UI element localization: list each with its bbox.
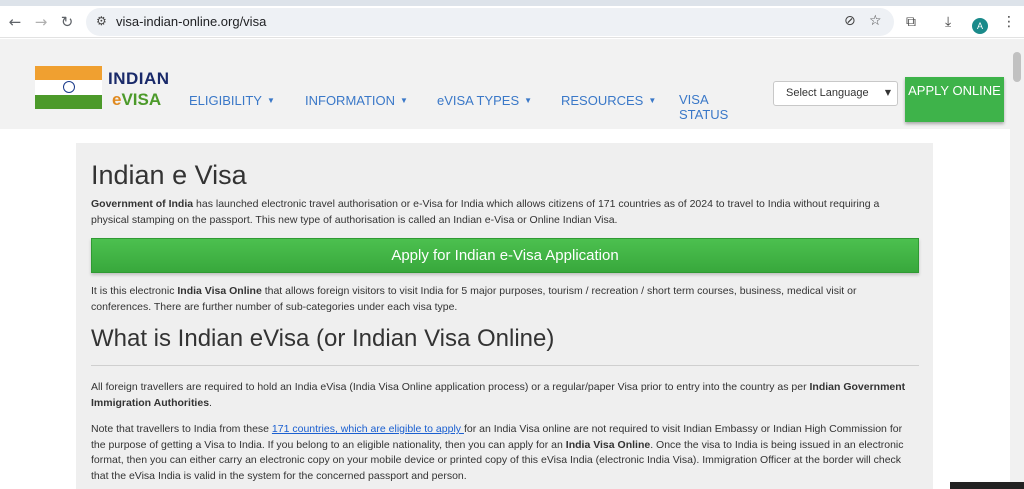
eye-off-icon[interactable]: ⊘ — [844, 13, 856, 29]
chevron-down-icon: ▼ — [884, 88, 891, 97]
nav-resources[interactable]: RESOURCES ▼ — [561, 93, 656, 108]
chat-widget-edge[interactable] — [950, 482, 1024, 489]
back-arrow-icon[interactable]: ← — [6, 13, 24, 31]
language-select-value: Select Language — [786, 87, 869, 99]
divider — [91, 365, 919, 366]
page-title: Indian e Visa — [91, 160, 247, 190]
chakra-icon — [63, 81, 75, 93]
p4-start: Note that travellers to India from these — [91, 423, 272, 435]
p2-bold: India Visa Online — [177, 285, 262, 297]
section-heading: What is Indian eVisa (or Indian Visa Onl… — [91, 325, 555, 352]
scrollbar-track[interactable] — [1010, 39, 1024, 489]
language-select[interactable]: Select Language ▼ — [773, 81, 898, 106]
download-icon[interactable]: ⤓ — [945, 14, 951, 30]
main-content: Indian e Visa Government of India has la… — [76, 143, 933, 489]
nav-information[interactable]: INFORMATION ▼ — [305, 93, 408, 108]
p2-start: It is this electronic — [91, 285, 178, 297]
nav-evisa-types[interactable]: eVISA TYPES ▼ — [437, 93, 532, 108]
caret-down-icon: ▼ — [648, 96, 657, 105]
star-icon[interactable]: ☆ — [869, 13, 882, 29]
more-icon[interactable]: ⋮ — [1002, 14, 1016, 30]
address-bar[interactable]: ⚙ visa-indian-online.org/visa ⊘ ☆ — [86, 8, 894, 36]
caret-down-icon: ▼ — [524, 96, 533, 105]
reload-icon[interactable]: ↻ — [58, 13, 76, 31]
eligible-countries-link[interactable]: 171 countries, which are eligible to app… — [272, 423, 464, 435]
caret-down-icon: ▼ — [266, 96, 275, 105]
avatar[interactable]: A — [972, 18, 988, 34]
caret-down-icon: ▼ — [400, 96, 408, 105]
site-header: INDIAN eVISA ELIGIBILITY ▼ INFORMATION ▼ e… — [0, 39, 1010, 129]
intro-paragraph: Government of India has launched electro… — [91, 197, 913, 228]
url-text[interactable]: visa-indian-online.org/visa — [116, 14, 266, 29]
brand-visa: VISA — [121, 90, 162, 109]
nav-label: INFORMATION — [305, 93, 396, 108]
scrollbar-thumb[interactable] — [1013, 52, 1021, 82]
purpose-paragraph: It is this electronic India Visa Online … — [91, 284, 913, 315]
intro-bold: Government of India — [91, 198, 194, 210]
p4-bold: India Visa Online — [565, 438, 651, 451]
nav-label: RESOURCES — [561, 93, 644, 108]
nav-visa-status[interactable]: VISA STATUS — [679, 92, 739, 122]
intro-text: has launched electronic travel authorisa… — [91, 198, 880, 226]
p3-start: All foreign travellers are required to h… — [91, 381, 810, 393]
site-info-icon[interactable]: ⚙ — [96, 14, 107, 28]
india-flag-logo[interactable] — [35, 66, 102, 109]
nav-eligibility[interactable]: ELIGIBILITY ▼ — [189, 93, 275, 108]
note-paragraph: Note that travellers to India from these… — [91, 422, 913, 484]
brand-name-line1[interactable]: INDIAN — [108, 69, 170, 89]
nav-label: eVISA TYPES — [437, 93, 520, 108]
brand-name-line2[interactable]: eVISA — [112, 90, 161, 110]
forward-arrow-icon[interactable]: → — [32, 13, 50, 31]
apply-online-button[interactable]: APPLY ONLINE — [905, 77, 1004, 122]
browser-toolbar: ← → ↻ ⚙ visa-indian-online.org/visa ⊘ ☆ … — [0, 6, 1024, 38]
p3-end: . — [209, 396, 212, 409]
extensions-icon[interactable]: ⧉ — [906, 14, 916, 30]
apply-evisa-button[interactable]: Apply for Indian e-Visa Application — [91, 238, 919, 273]
nav-label: ELIGIBILITY — [189, 93, 262, 108]
requirement-paragraph: All foreign travellers are required to h… — [91, 380, 913, 411]
